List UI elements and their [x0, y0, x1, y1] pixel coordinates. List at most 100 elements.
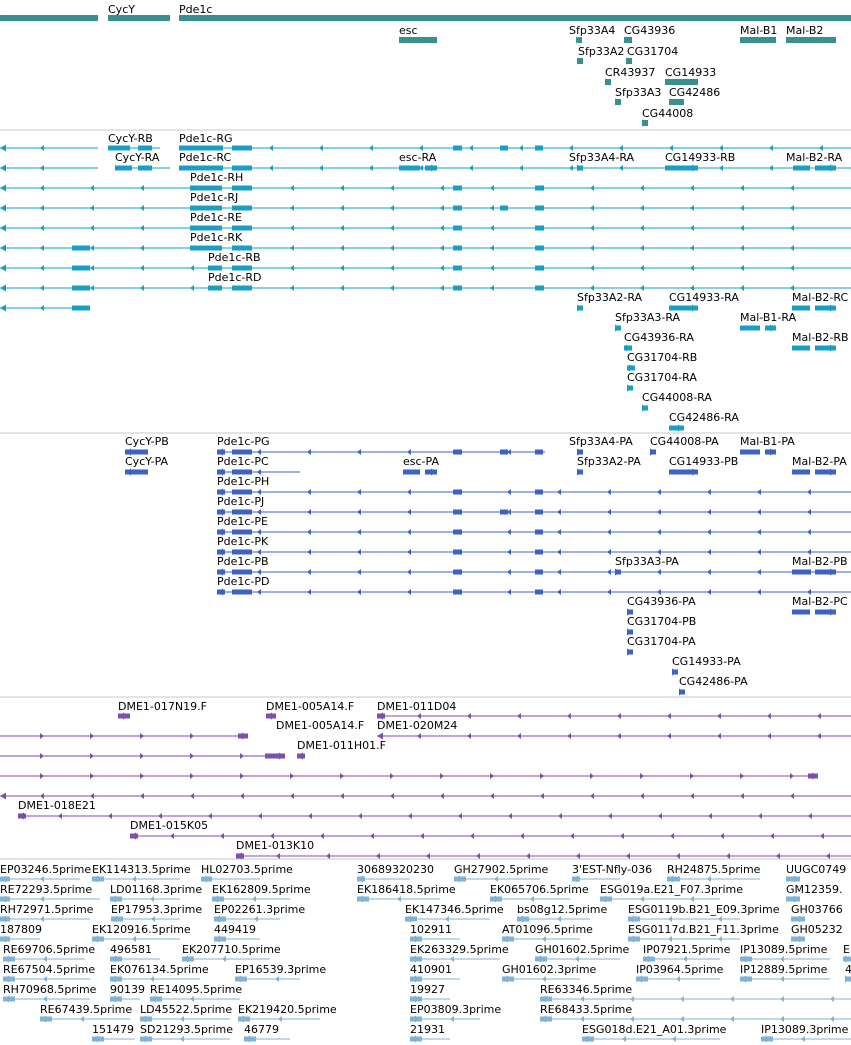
est-feature[interactable]: GH27902.5prime: [454, 863, 549, 883]
est-feature[interactable]: 90139: [110, 983, 145, 1003]
est-feature[interactable]: GH05232: [791, 923, 843, 943]
mrna-feature[interactable]: CG31704-RB: [627, 351, 697, 372]
est-feature[interactable]: EK114313.5prime: [92, 863, 191, 883]
est-feature[interactable]: SD21293.5prime: [140, 1023, 233, 1043]
protein-feature[interactable]: Mal-B1-PA: [740, 435, 795, 456]
clones-feature[interactable]: DME1-018E21: [18, 799, 851, 820]
mrna-feature[interactable]: Pde1c-RD: [0, 271, 851, 292]
est-feature[interactable]: RE63346.5prime: [540, 983, 851, 1003]
est-feature[interactable]: 30689320230: [357, 863, 434, 883]
mrna-feature[interactable]: esc-RA: [399, 151, 437, 172]
genes-feature[interactable]: CR43937: [605, 66, 655, 86]
genes-feature[interactable]: Pde1c: [179, 3, 851, 22]
protein-feature[interactable]: Mal-B2-PC: [792, 595, 848, 616]
protein-feature[interactable]: esc-PA: [403, 455, 439, 476]
est-feature[interactable]: EP03246.5prime: [0, 863, 91, 883]
est-feature[interactable]: RE72293.5prime: [0, 883, 100, 903]
est-feature[interactable]: 46779: [244, 1023, 290, 1043]
protein-feature[interactable]: Pde1c-PG: [217, 435, 545, 456]
mrna-feature[interactable]: Sfp33A2-RA: [577, 291, 643, 312]
est-feature[interactable]: 187809: [0, 923, 42, 943]
genes-feature[interactable]: CG43936: [624, 24, 675, 44]
est-feature[interactable]: 21931: [410, 1023, 450, 1043]
mrna-feature[interactable]: Pde1c-RG: [179, 132, 233, 145]
protein-feature[interactable]: Pde1c-PB: [217, 555, 851, 576]
est-feature[interactable]: EP17953.3prime: [111, 903, 202, 923]
genes-feature[interactable]: [0, 14, 98, 22]
genes-feature[interactable]: Sfp33A3: [615, 86, 661, 106]
mrna-feature[interactable]: Pde1c-RJ: [0, 191, 851, 212]
mrna-feature[interactable]: Pde1c-RK: [0, 231, 851, 252]
genes-feature[interactable]: esc: [399, 24, 437, 44]
est-feature[interactable]: GH03766: [791, 903, 843, 923]
est-feature[interactable]: EK263329.5prime: [410, 943, 509, 963]
protein-feature[interactable]: Pde1c-PH: [217, 475, 851, 496]
protein-feature[interactable]: Sfp33A4-PA: [569, 435, 633, 456]
genes-feature[interactable]: CG44008: [642, 107, 693, 127]
est-feature[interactable]: HL02703.5prime: [201, 863, 293, 883]
genes-feature[interactable]: Sfp33A4: [569, 24, 615, 44]
est-feature[interactable]: AT01096.5prime: [502, 923, 593, 943]
mrna-feature[interactable]: Pde1c-RC: [179, 151, 231, 164]
est-feature[interactable]: RH70968.5prime: [3, 983, 97, 1003]
est-feature[interactable]: bs08g12.5prime: [517, 903, 607, 923]
est-feature[interactable]: LD01168.3prime: [110, 883, 202, 903]
est-feature[interactable]: EP03809.3prime: [410, 1003, 501, 1023]
protein-feature[interactable]: CG14933-PB: [669, 455, 738, 476]
clones-feature[interactable]: DME1-011H01.F: [297, 739, 386, 760]
genes-feature[interactable]: CG42486: [669, 86, 720, 106]
protein-feature[interactable]: Pde1c-PE: [217, 515, 851, 536]
protein-feature[interactable]: CG31704-PA: [627, 635, 696, 656]
protein-feature[interactable]: CG42486-PA: [679, 675, 748, 696]
protein-feature[interactable]: CG44008-PA: [650, 435, 719, 456]
clones-feature[interactable]: DME1-005A14.F: [276, 719, 364, 732]
protein-feature[interactable]: Pde1c-PK: [217, 535, 851, 556]
mrna-feature[interactable]: Sfp33A3-RA: [615, 311, 681, 332]
clones-feature[interactable]: [0, 792, 851, 800]
clones-feature[interactable]: DME1-017N19.F: [118, 700, 207, 720]
est-feature[interactable]: RE69706.5prime: [3, 943, 95, 963]
genes-feature[interactable]: CG14933: [665, 66, 716, 86]
clones-feature[interactable]: [0, 752, 285, 760]
est-feature[interactable]: EP16539.3prime: [235, 963, 326, 983]
est-feature[interactable]: RE14095.5prime: [150, 983, 242, 1003]
est-feature[interactable]: 449419: [214, 923, 260, 943]
mrna-feature[interactable]: CG31704-RA: [627, 371, 697, 392]
mrna-feature[interactable]: Mal-B2-RC: [792, 291, 848, 312]
est-feature[interactable]: IP13089.3prime: [761, 1023, 851, 1043]
protein-feature[interactable]: Pde1c-PD: [217, 575, 851, 596]
mrna-feature[interactable]: CycY-RB: [0, 132, 851, 152]
est-feature[interactable]: 496581: [110, 943, 160, 963]
est-feature[interactable]: ESG0119b.B21_E09.3prime: [628, 903, 780, 923]
genes-feature[interactable]: Mal-B1: [740, 24, 777, 44]
mrna-feature[interactable]: CG43936-RA: [624, 331, 694, 352]
est-feature[interactable]: IP13089.5prime: [740, 943, 830, 963]
protein-feature[interactable]: CG43936-PA: [627, 595, 696, 616]
clones-feature[interactable]: [0, 772, 818, 780]
est-feature[interactable]: EK207710.5prime: [182, 943, 281, 963]
mrna-feature[interactable]: Mal-B2-RB: [792, 331, 849, 352]
clones-feature[interactable]: DME1-011D04: [377, 700, 851, 720]
est-feature[interactable]: IP07921.5prime: [643, 943, 731, 963]
est-feature[interactable]: RH24875.5prime: [667, 863, 761, 883]
est-feature[interactable]: UUGC0749: [786, 863, 846, 883]
est-feature[interactable]: EK162809.5prime: [212, 883, 311, 903]
mrna-feature[interactable]: [0, 304, 90, 312]
est-feature[interactable]: GM12359.: [786, 883, 843, 903]
mrna-feature[interactable]: Pde1c-RE: [0, 211, 851, 232]
clones-feature[interactable]: DME1-005A14.F: [266, 700, 354, 720]
mrna-feature[interactable]: Pde1c-RB: [0, 251, 851, 272]
genes-feature[interactable]: Mal-B2: [786, 24, 836, 44]
est-feature[interactable]: EK147346.5prime: [405, 903, 504, 923]
mrna-feature[interactable]: CG14933-RA: [669, 291, 739, 312]
est-feature[interactable]: E: [843, 943, 851, 963]
est-feature[interactable]: LD45522.5prime: [140, 1003, 232, 1023]
genes-feature[interactable]: Sfp33A2: [577, 45, 624, 65]
mrna-feature[interactable]: Pde1c-RH: [0, 171, 851, 192]
est-feature[interactable]: GH01602.5prime: [535, 943, 630, 963]
protein-feature[interactable]: CycY-PB: [125, 435, 169, 456]
protein-feature[interactable]: Pde1c-PJ: [217, 495, 851, 516]
clones-feature[interactable]: DME1-013K10: [236, 839, 851, 860]
mrna-feature[interactable]: CG44008-RA: [642, 391, 712, 412]
est-feature[interactable]: GH01602.3prime: [502, 963, 597, 983]
